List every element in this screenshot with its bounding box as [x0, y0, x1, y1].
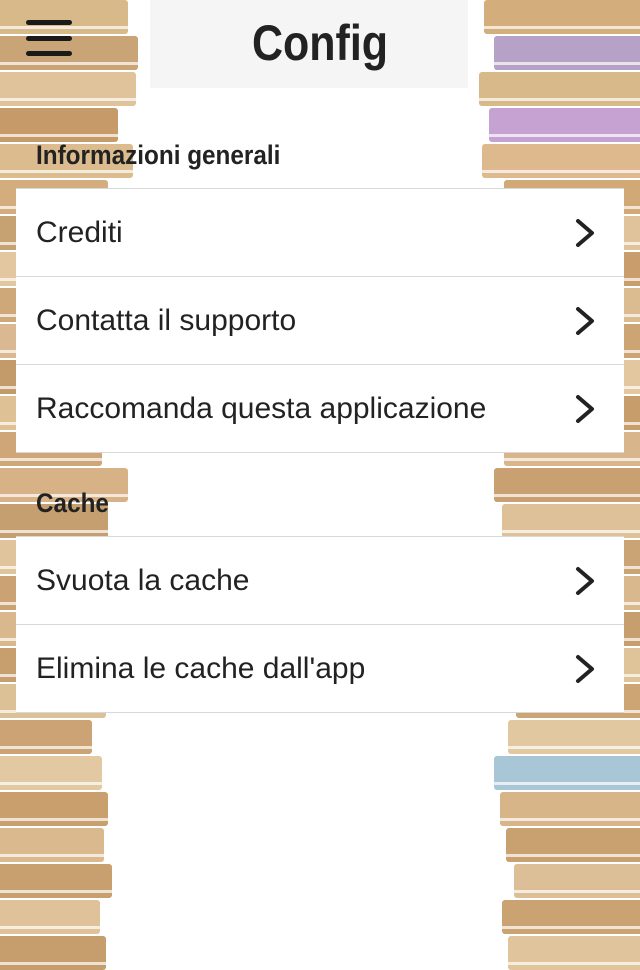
page-title: Config — [251, 15, 389, 71]
row-delete-app-cache[interactable]: Elimina le cache dall'app — [16, 625, 624, 712]
cache-group: Svuota la cache Elimina le cache dall'ap… — [16, 536, 624, 713]
section-header-cache: Cache — [36, 488, 109, 518]
row-label: Raccomanda questa applicazione — [36, 391, 487, 425]
row-contact-support[interactable]: Contatta il supporto — [16, 277, 624, 365]
row-clear-cache[interactable]: Svuota la cache — [16, 537, 624, 625]
section-header-general-info: Informazioni generali — [36, 140, 281, 170]
chevron-right-icon — [576, 654, 594, 683]
row-credits[interactable]: Crediti — [16, 189, 624, 277]
row-label: Crediti — [36, 215, 123, 249]
row-recommend-app[interactable]: Raccomanda questa applicazione — [16, 365, 624, 452]
chevron-right-icon — [576, 306, 594, 335]
chevron-right-icon — [576, 566, 594, 595]
chevron-right-icon — [576, 218, 594, 247]
right-books-illustration — [465, 0, 640, 970]
row-label: Contatta il supporto — [36, 303, 297, 337]
chevron-right-icon — [576, 394, 594, 423]
row-label: Svuota la cache — [36, 563, 250, 597]
row-label: Elimina le cache dall'app — [36, 651, 366, 685]
general-info-group: Crediti Contatta il supporto Raccomanda … — [16, 188, 624, 453]
header-bar: Config — [0, 0, 640, 88]
